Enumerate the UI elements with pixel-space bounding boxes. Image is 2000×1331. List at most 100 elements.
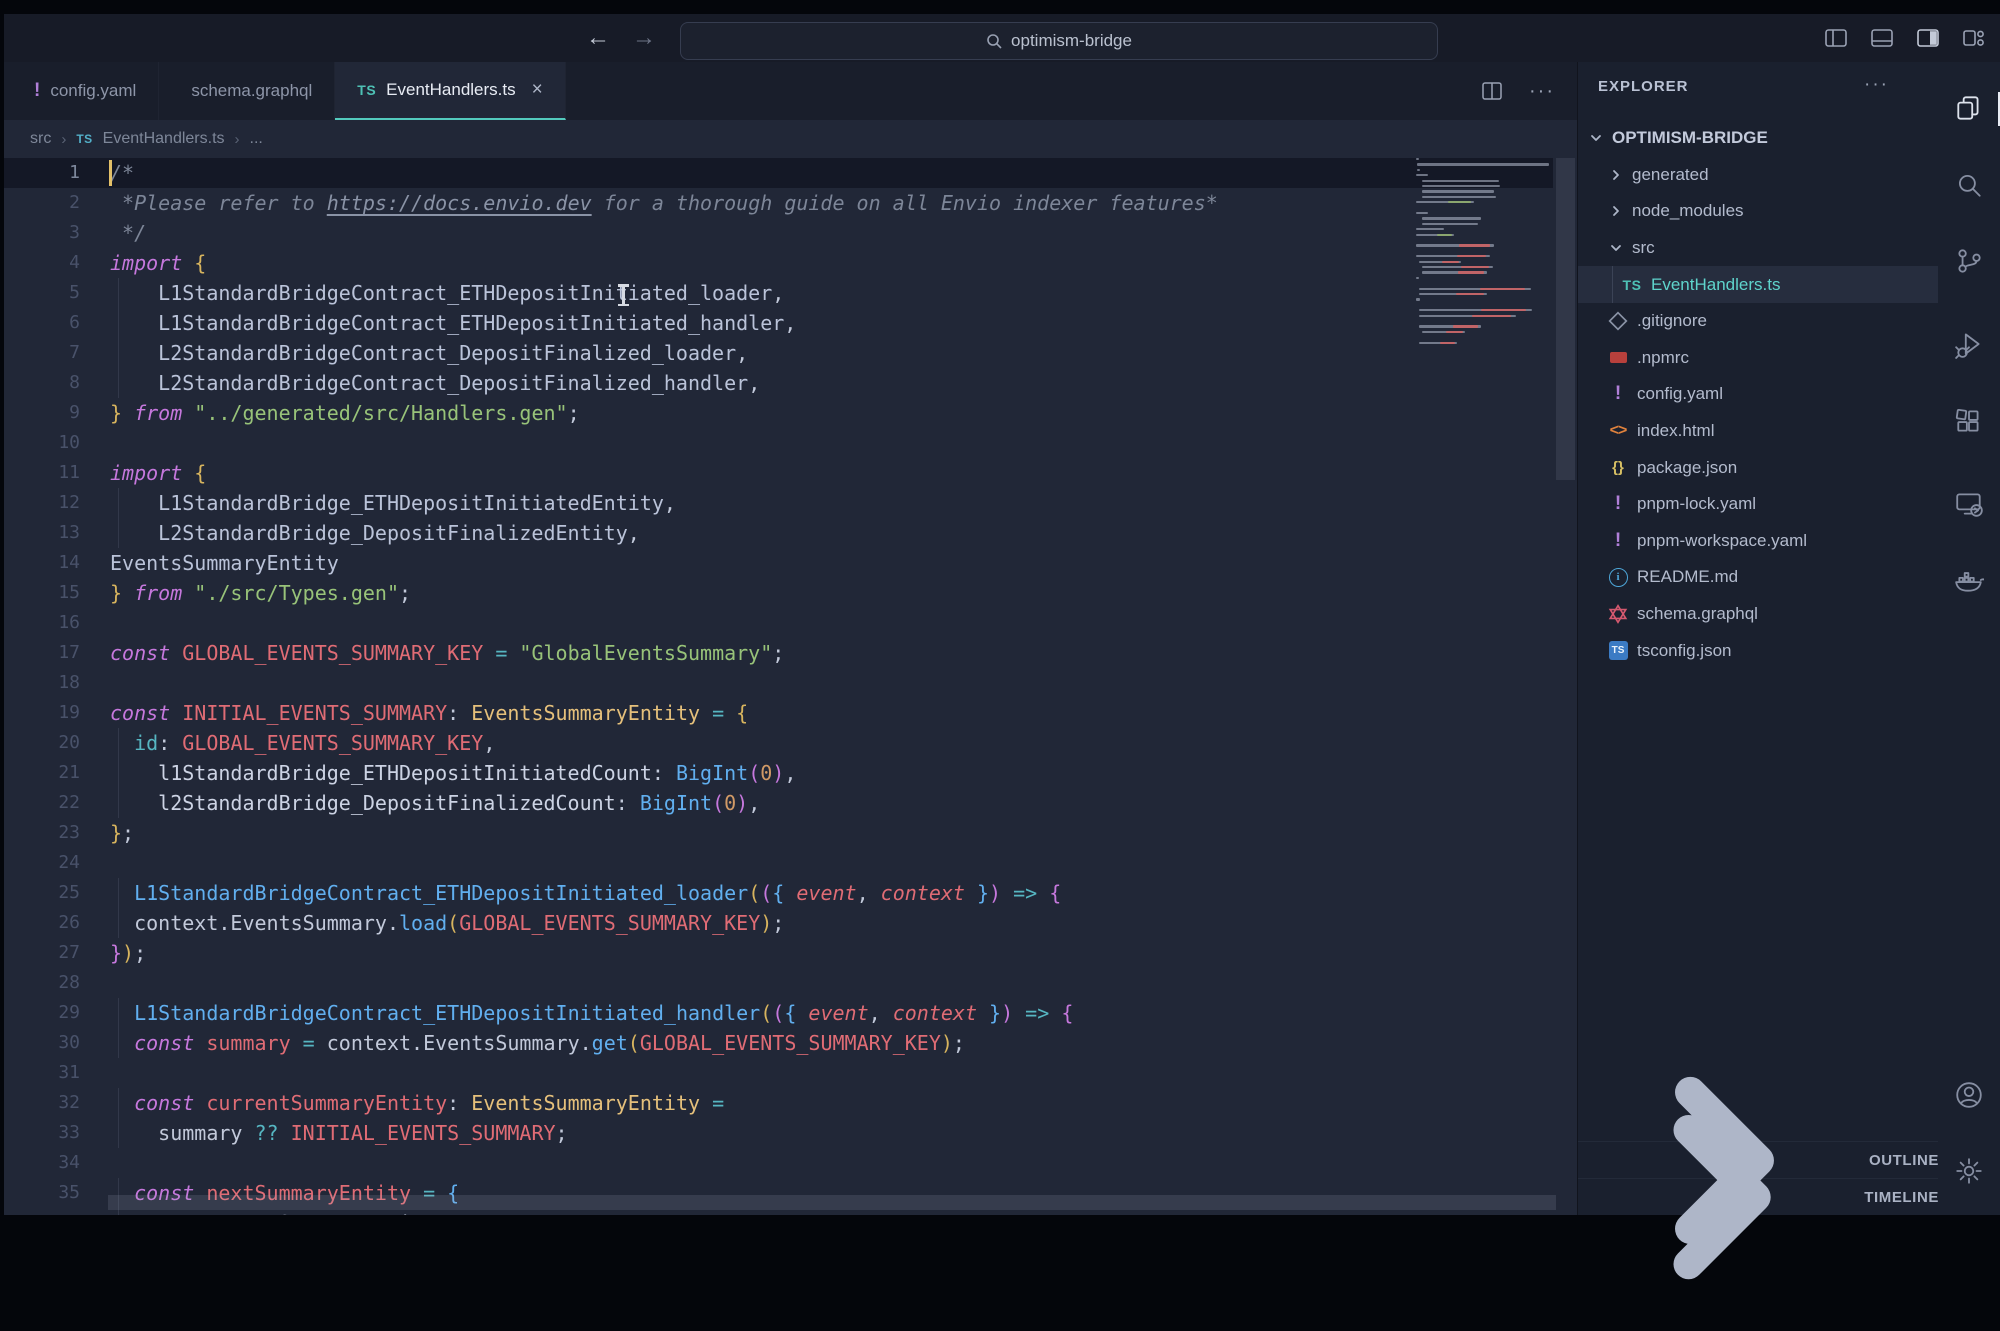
search-input[interactable]: optimism-bridge	[680, 22, 1438, 60]
window-left-edge	[0, 0, 4, 1215]
item-label: README.md	[1637, 567, 1738, 587]
code-line-11[interactable]: 11import {	[4, 458, 1553, 488]
line-content: import {	[110, 461, 206, 485]
tree-item-eventhandlers-ts[interactable]: TSEventHandlers.ts	[1578, 266, 1939, 303]
tree-item-readme-md[interactable]: iREADME.md	[1578, 559, 1939, 596]
tree-item-src[interactable]: src	[1578, 230, 1939, 267]
line-number: 12	[4, 488, 80, 518]
line-number: 31	[4, 1058, 80, 1088]
layout-sidebar-left-icon[interactable]	[1824, 26, 1848, 50]
code-line-18[interactable]: 18	[4, 668, 1553, 698]
code-line-4[interactable]: 4import {	[4, 248, 1553, 278]
code-line-25[interactable]: 25 L1StandardBridgeContract_ETHDepositIn…	[4, 878, 1553, 908]
code-line-34[interactable]: 34	[4, 1148, 1553, 1178]
layout-panel-icon[interactable]	[1870, 26, 1894, 50]
files-icon[interactable]	[1954, 93, 1984, 123]
code-line-14[interactable]: 14EventsSummaryEntity	[4, 548, 1553, 578]
layout-sidebar-right-active-icon[interactable]	[1916, 26, 1940, 50]
code-line-21[interactable]: 21 l1StandardBridge_ETHDepositInitiatedC…	[4, 758, 1553, 788]
code-line-32[interactable]: 32 const currentSummaryEntity: EventsSum…	[4, 1088, 1553, 1118]
code-line-27[interactable]: 27});	[4, 938, 1553, 968]
tree-item-pnpm-lock-yaml[interactable]: !pnpm-lock.yaml	[1578, 486, 1939, 523]
minimap-highlight	[1459, 244, 1490, 246]
tree-item--npmrc[interactable]: .npmrc	[1578, 340, 1939, 377]
source-control-icon[interactable]	[1954, 246, 1984, 276]
code-line-6[interactable]: 6 L1StandardBridgeContract_ETHDepositIni…	[4, 308, 1553, 338]
docker-icon[interactable]	[1954, 565, 1984, 595]
tree-item-schema-graphql[interactable]: schema.graphql	[1578, 596, 1939, 633]
remote-icon[interactable]	[1954, 489, 1984, 519]
code-line-8[interactable]: 8 L2StandardBridgeContract_DepositFinali…	[4, 368, 1553, 398]
account-icon[interactable]	[1954, 1080, 1984, 1110]
code-line-15[interactable]: 15} from "./src/Types.gen";	[4, 578, 1553, 608]
vertical-scrollbar[interactable]	[1556, 158, 1575, 480]
minimap-highlight	[1457, 255, 1487, 257]
code-line-20[interactable]: 20 id: GLOBAL_EVENTS_SUMMARY_KEY,	[4, 728, 1553, 758]
item-label: tsconfig.json	[1637, 641, 1732, 661]
code-line-2[interactable]: 2 *Please refer to https://docs.envio.de…	[4, 188, 1553, 218]
code-line-29[interactable]: 29 L1StandardBridgeContract_ETHDepositIn…	[4, 998, 1553, 1028]
line-content: const summary = context.EventsSummary.ge…	[110, 1031, 965, 1055]
code-line-17[interactable]: 17const GLOBAL_EVENTS_SUMMARY_KEY = "Glo…	[4, 638, 1553, 668]
tab-schema-graphql[interactable]: schema.graphql	[159, 62, 335, 120]
code-line-30[interactable]: 30 const summary = context.EventsSummary…	[4, 1028, 1553, 1058]
code-line-33[interactable]: 33 summary ?? INITIAL_EVENTS_SUMMARY;	[4, 1118, 1553, 1148]
code-line-23[interactable]: 23};	[4, 818, 1553, 848]
code-line-7[interactable]: 7 L2StandardBridgeContract_DepositFinali…	[4, 338, 1553, 368]
layout-controls	[1824, 26, 1986, 50]
search-icon[interactable]	[1954, 170, 1984, 200]
section-timeline[interactable]: TIMELINE	[1578, 1178, 1939, 1215]
code-line-22[interactable]: 22 l2StandardBridge_DepositFinalizedCoun…	[4, 788, 1553, 818]
minimap-highlight	[1448, 201, 1471, 203]
code-line-1[interactable]: 1/*	[4, 158, 1553, 188]
code-line-26[interactable]: 26 context.EventsSummary.load(GLOBAL_EVE…	[4, 908, 1553, 938]
tree-item-config-yaml[interactable]: !config.yaml	[1578, 376, 1939, 413]
breadcrumb-item-file[interactable]: EventHandlers.ts	[103, 130, 225, 148]
code-line-12[interactable]: 12 L1StandardBridge_ETHDepositInitiatedE…	[4, 488, 1553, 518]
code-line-10[interactable]: 10	[4, 428, 1553, 458]
code-line-24[interactable]: 24	[4, 848, 1553, 878]
line-number: 16	[4, 608, 80, 638]
typescript-icon: TS	[357, 80, 376, 100]
customize-layout-icon[interactable]	[1962, 26, 1986, 50]
breadcrumb-item-src[interactable]: src	[30, 130, 51, 148]
code-line-16[interactable]: 16	[4, 608, 1553, 638]
minimap-line	[1416, 298, 1420, 300]
code-line-28[interactable]: 28	[4, 968, 1553, 998]
line-number: 27	[4, 938, 80, 968]
more-actions-icon[interactable]: ···	[1529, 80, 1555, 103]
explorer-more-actions-icon[interactable]: ···	[1864, 74, 1889, 96]
debug-icon[interactable]	[1954, 329, 1984, 359]
code-line-19[interactable]: 19const INITIAL_EVENTS_SUMMARY: EventsSu…	[4, 698, 1553, 728]
code-line-31[interactable]: 31	[4, 1058, 1553, 1088]
tree-item-index-html[interactable]: <>index.html	[1578, 413, 1939, 450]
settings-icon[interactable]	[1954, 1156, 1984, 1186]
code-line-5[interactable]: 5 L1StandardBridgeContract_ETHDepositIni…	[4, 278, 1553, 308]
tree-item-pnpm-workspace-yaml[interactable]: !pnpm-workspace.yaml	[1578, 523, 1939, 560]
code-line-13[interactable]: 13 L2StandardBridge_DepositFinalizedEnti…	[4, 518, 1553, 548]
code-editor[interactable]: 1/*2 *Please refer to https://docs.envio…	[4, 158, 1577, 1215]
tab-config-yaml[interactable]: !config.yaml	[4, 62, 159, 120]
line-number: 2	[4, 188, 80, 218]
extensions-icon[interactable]	[1954, 406, 1984, 436]
tab-EventHandlers-ts[interactable]: TSEventHandlers.ts×	[335, 62, 565, 120]
tree-item--gitignore[interactable]: .gitignore	[1578, 303, 1939, 340]
code-line-3[interactable]: 3 */	[4, 218, 1553, 248]
code-line-9[interactable]: 9} from "../generated/src/Handlers.gen";	[4, 398, 1553, 428]
breadcrumb-item-symbol[interactable]: ...	[250, 130, 263, 148]
history-forward-icon[interactable]: →	[626, 20, 662, 56]
close-icon[interactable]: ×	[532, 79, 543, 101]
minimap[interactable]	[1416, 158, 1556, 518]
tree-item-package-json[interactable]: {}package.json	[1578, 449, 1939, 486]
tree-item-tsconfig-json[interactable]: TStsconfig.json	[1578, 632, 1939, 669]
history-back-icon[interactable]: ←	[580, 20, 616, 56]
breadcrumb: src › TS EventHandlers.ts › ...	[4, 120, 1577, 158]
horizontal-scrollbar[interactable]	[108, 1195, 1556, 1210]
explorer-root-optimism-bridge[interactable]: OPTIMISM-BRIDGE	[1578, 120, 1939, 157]
item-label: pnpm-workspace.yaml	[1637, 531, 1807, 551]
tree-item-node-modules[interactable]: node_modules	[1578, 193, 1939, 230]
split-editor-icon[interactable]	[1481, 80, 1503, 102]
item-label: .npmrc	[1637, 348, 1689, 368]
line-number: 33	[4, 1118, 80, 1148]
tree-item-generated[interactable]: generated	[1578, 157, 1939, 194]
